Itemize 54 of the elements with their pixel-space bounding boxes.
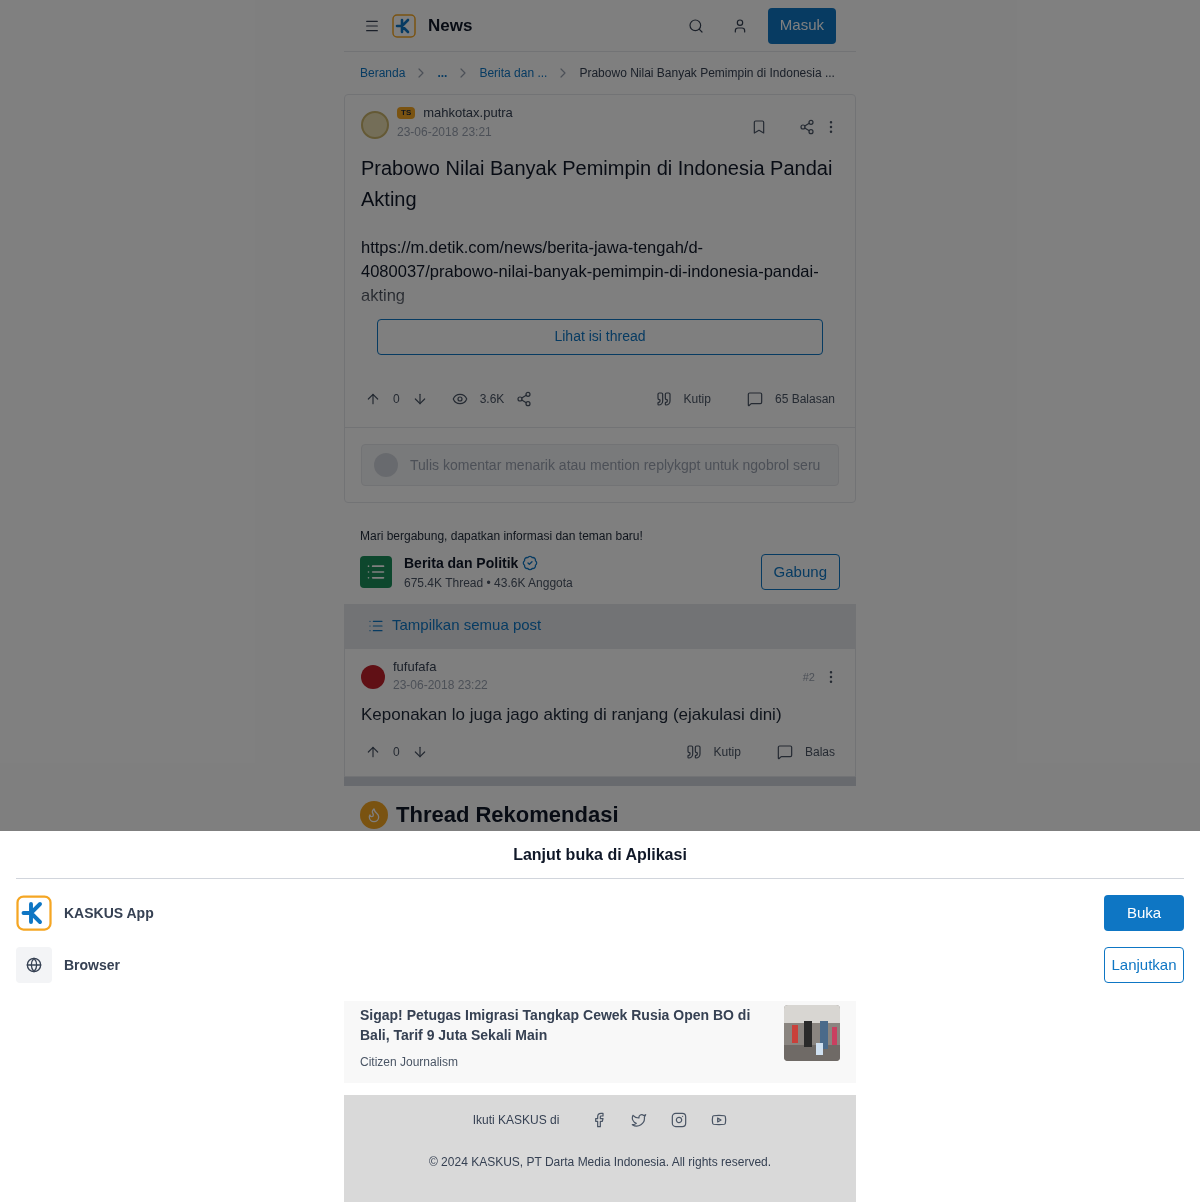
sheet-title: Lanjut buka di Aplikasi (513, 844, 687, 865)
breadcrumb-link[interactable]: Berita dan ... (479, 64, 548, 82)
twitter-icon (631, 1112, 648, 1128)
copyright: © 2024 KASKUS, PT Darta Media Indonesia. All rights reserved. (428, 1154, 772, 1171)
youtube-icon (711, 1112, 728, 1128)
show-all-link[interactable]: Tampilkan semua post (392, 614, 542, 637)
option-label: KASKUS App (64, 903, 154, 923)
option-label: Browser (64, 955, 121, 975)
continue-button[interactable]: Lanjutkan (1104, 947, 1184, 983)
vote-count: 0 (393, 743, 400, 761)
reply-count[interactable]: 65 Balasan (774, 389, 835, 408)
breadcrumb-current: Prabowo Nilai Banyak Pemimpin di Indonesia ... (579, 65, 835, 82)
community-stats: 675.4K Thread • 43.6K Anggota (404, 574, 573, 592)
ts-badge: TS (397, 106, 416, 119)
quote-icon (655, 390, 672, 407)
recommendation-title: Sigap! Petugas Imigrasi Tangkap Cewek Rusia Open BO di Bali, Tarif 9 Juta Sekali Main (360, 1006, 752, 1045)
kaskus-logo (392, 13, 416, 38)
bookmark-icon (751, 119, 767, 135)
reply-body: Keponakan lo juga jago akting di ranjang (ejakulasi dini) (361, 704, 783, 726)
community-name: Berita dan Politik (404, 553, 519, 573)
site-title: News (428, 14, 473, 37)
view-thread-button[interactable]: Lihat isi thread (377, 318, 823, 355)
search-icon (687, 17, 704, 34)
username: mahkotax.putra (423, 104, 513, 122)
avatar (361, 664, 385, 689)
flame-icon (360, 801, 388, 829)
kaskus-logo (16, 895, 52, 931)
breadcrumb-link[interactable]: ... (437, 64, 448, 82)
section-title: Thread Rekomendasi (396, 801, 619, 829)
instagram-icon (671, 1112, 688, 1128)
share-count: 3.6K (479, 390, 505, 408)
thread-body: https://m.detik.com/news/berita-jawa-tengah/d-4080037/prabowo-nilai-banyak-pemimpin-di-indonesia-pandai-akting (360, 236, 820, 306)
avatar (361, 111, 389, 139)
reply-icon (776, 743, 793, 760)
recommendation-item[interactable]: Sigap! Petugas Imigrasi Tangkap Cewek Rusia Open BO di Bali, Tarif 9 Juta Sekali Main Citizen Journalism (344, 1001, 856, 1083)
follow-text: Ikuti KASKUS di (472, 1112, 560, 1129)
reply-icon (746, 390, 763, 407)
quote-link[interactable]: Kutip (683, 389, 711, 408)
globe-icon (16, 947, 52, 983)
thread-title: Prabowo Nilai Banyak Pemimpin di Indonesia Pandai Akting (360, 155, 834, 212)
open-app-button[interactable]: Buka (1104, 895, 1184, 931)
community-icon (360, 556, 392, 588)
vote-count: 0 (393, 390, 400, 408)
share-icon (516, 390, 533, 407)
invite-text: Mari bergabung, dapatkan informasi dan teman baru! (360, 527, 644, 545)
recommendation-community: Citizen Journalism (360, 1054, 460, 1071)
reply-link[interactable]: Balas (804, 742, 835, 761)
join-button[interactable]: Gabung (760, 554, 840, 590)
login-button[interactable]: Masuk (767, 7, 836, 44)
username: fufufafa (393, 657, 438, 676)
breadcrumb-link[interactable]: Beranda (360, 64, 406, 82)
share-icon (799, 119, 815, 135)
quote-link[interactable]: Kutip (713, 742, 741, 761)
quote-icon (685, 743, 702, 760)
